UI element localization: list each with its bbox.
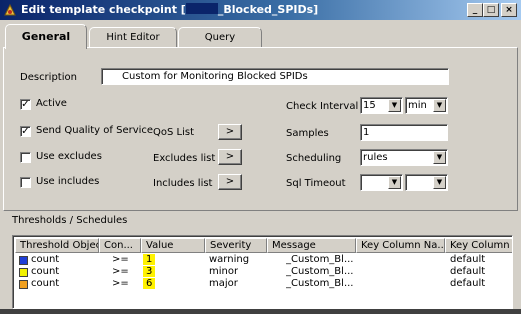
use-excludes-label: Use excludes <box>36 151 102 162</box>
column-header-value[interactable]: Value <box>141 238 205 253</box>
active-checkbox[interactable]: ✓ <box>20 99 31 110</box>
severity-color-swatch <box>19 256 28 265</box>
maximize-button[interactable]: □ <box>483 3 499 17</box>
tab-general[interactable]: General <box>5 24 87 49</box>
row-2-key-value[interactable]: default <box>450 266 485 278</box>
includes-list-label: Includes list <box>153 178 213 189</box>
row-1-value[interactable]: 1 <box>143 254 156 266</box>
active-label: Active <box>36 98 67 109</box>
qos-list-label: QoS List <box>153 127 194 138</box>
use-excludes-checkbox[interactable] <box>20 152 31 163</box>
excludes-list-button[interactable]: > <box>218 149 242 165</box>
row-1-condition[interactable]: >= <box>112 254 129 266</box>
sql-timeout-label: Sql Timeout <box>286 178 346 189</box>
row-1-message[interactable]: _Custom_Bl... <box>286 254 354 266</box>
sql-timeout-unit-dropdown-icon[interactable]: ▼ <box>433 176 446 189</box>
thresholds-label: Thresholds / Schedules <box>12 215 128 226</box>
severity-color-swatch <box>19 280 28 289</box>
scheduling-dropdown-icon[interactable]: ▼ <box>433 151 446 164</box>
row-3-message[interactable]: _Custom_Bl... <box>286 278 354 290</box>
row-1-key-value[interactable]: default <box>450 254 485 266</box>
includes-list-button[interactable]: > <box>218 174 242 190</box>
send-qos-checkbox[interactable]: ✓ <box>20 126 31 137</box>
redacted-mask <box>185 3 218 14</box>
scheduling-label: Scheduling <box>286 153 342 164</box>
severity-color-swatch <box>19 268 28 277</box>
row-3-severity[interactable]: major <box>209 278 238 290</box>
row-2-message[interactable]: _Custom_Bl... <box>286 266 354 278</box>
column-header-severity[interactable]: Severity <box>205 238 267 253</box>
row-1-object[interactable]: count <box>31 254 59 266</box>
app-icon <box>4 3 16 16</box>
column-header-key-column-value[interactable]: Key Column V <box>445 238 512 253</box>
thresholds-table[interactable]: Threshold Object Con... Value Severity M… <box>12 235 513 309</box>
check-interval-dropdown-icon[interactable]: ▼ <box>388 99 401 112</box>
check-interval-label: Check Interval <box>286 101 359 112</box>
samples-input[interactable]: 1 <box>360 124 448 141</box>
sql-timeout-dropdown-icon[interactable]: ▼ <box>388 176 401 189</box>
column-header-condition[interactable]: Con... <box>99 238 141 253</box>
column-header-message[interactable]: Message <box>267 238 356 253</box>
send-qos-label: Send Quality of Service <box>36 125 154 136</box>
close-button[interactable]: × <box>501 3 517 17</box>
tab-hint-editor[interactable]: Hint Editor <box>89 27 177 48</box>
row-3-value[interactable]: 6 <box>143 278 156 290</box>
samples-label: Samples <box>286 128 329 139</box>
row-3-object[interactable]: count <box>31 278 59 290</box>
column-header-key-column-name[interactable]: Key Column Na... <box>356 238 445 253</box>
column-header-threshold-object[interactable]: Threshold Object <box>15 238 99 253</box>
row-3-key-value[interactable]: default <box>450 278 485 290</box>
row-2-condition[interactable]: >= <box>112 266 129 278</box>
use-includes-checkbox[interactable] <box>20 177 31 188</box>
row-2-object[interactable]: count <box>31 266 59 278</box>
row-1-severity[interactable]: warning <box>209 254 249 266</box>
use-includes-label: Use includes <box>36 176 100 187</box>
row-2-value[interactable]: 3 <box>143 266 156 278</box>
qos-list-button[interactable]: > <box>218 124 242 140</box>
window-title: Edit template checkpoint [_Blocked_SPIDs… <box>21 3 319 16</box>
minimize-button[interactable]: _ <box>467 3 483 17</box>
description-label: Description <box>20 72 77 83</box>
bottom-border <box>0 309 521 314</box>
unit-dropdown-icon[interactable]: ▼ <box>433 99 446 112</box>
row-3-condition[interactable]: >= <box>112 278 129 290</box>
excludes-list-label: Excludes list <box>153 153 216 164</box>
description-input[interactable]: Custom for Monitoring Blocked SPIDs <box>101 68 449 85</box>
row-2-severity[interactable]: minor <box>209 266 238 278</box>
tab-query[interactable]: Query <box>178 27 262 48</box>
